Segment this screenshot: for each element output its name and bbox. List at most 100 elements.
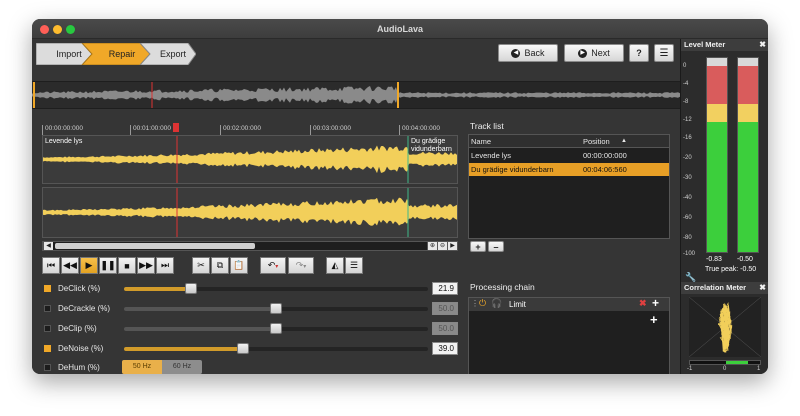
column-name[interactable]: Name bbox=[471, 135, 491, 148]
skip-start-button[interactable]: ⏮ bbox=[42, 257, 60, 274]
help-button[interactable]: ? bbox=[629, 44, 649, 62]
skip-end-button[interactable]: ⏭ bbox=[156, 257, 174, 274]
declip-label: DeClip (%) bbox=[58, 324, 97, 333]
denoise-slider-fill bbox=[124, 347, 243, 351]
dehum-label: DeHum (%) bbox=[58, 363, 100, 372]
zoom-out-icon[interactable]: ⊖ bbox=[437, 242, 447, 250]
decrackle-slider-knob[interactable] bbox=[270, 303, 282, 314]
paste-button[interactable]: 📋 bbox=[230, 257, 248, 274]
close-level-meter-icon[interactable]: ✖ bbox=[759, 39, 766, 51]
declip-checkbox[interactable] bbox=[44, 325, 51, 332]
next-button[interactable]: ▶ Next bbox=[564, 44, 624, 62]
waveform-channel-left[interactable]: Levende lys Du grädige vidunderbarn bbox=[42, 135, 458, 184]
declick-checkbox[interactable] bbox=[44, 285, 51, 292]
denoise-slider-knob[interactable] bbox=[236, 343, 249, 354]
fast-forward-button[interactable]: ▶▶ bbox=[137, 257, 155, 274]
denoise-checkbox[interactable] bbox=[44, 345, 51, 352]
denoise-slider[interactable] bbox=[124, 343, 428, 354]
ruler-tick: 00:04:00:000 bbox=[399, 125, 440, 135]
list-view-button[interactable]: ☰ bbox=[345, 257, 363, 274]
play-button[interactable]: ▶ bbox=[80, 257, 98, 274]
side-panel: Level Meter ✖ 0 -4 -8 -12 -16 -20 -30 -4… bbox=[680, 39, 768, 374]
dehum-option-60hz[interactable]: 60 Hz bbox=[162, 360, 202, 374]
decrackle-label: DeCrackle (%) bbox=[58, 304, 111, 313]
declick-slider-knob[interactable] bbox=[184, 283, 197, 294]
decrackle-value[interactable]: 50.0 bbox=[432, 302, 458, 315]
correlation-scale-label: 1 bbox=[757, 366, 761, 372]
overview-waveform[interactable] bbox=[32, 81, 680, 109]
sort-ascending-icon[interactable]: ▲ bbox=[621, 135, 627, 148]
copy-icon: ⧉ bbox=[216, 260, 224, 270]
back-button-label: Back bbox=[524, 48, 545, 58]
decrackle-checkbox[interactable] bbox=[44, 305, 51, 312]
left-peak-value: -0.83 bbox=[706, 256, 722, 263]
column-position[interactable]: Position bbox=[583, 135, 610, 148]
level-meter-right-bar bbox=[737, 57, 759, 253]
power-icon[interactable]: ⏻ bbox=[479, 298, 486, 309]
step-export[interactable]: Export bbox=[146, 43, 190, 65]
list-menu-button[interactable]: ☰ bbox=[654, 44, 674, 62]
headphones-icon[interactable]: 🎧 bbox=[491, 298, 502, 309]
rewind-icon: ◀◀ bbox=[63, 260, 77, 270]
scroll-right-icon[interactable]: ▶ bbox=[447, 242, 457, 250]
track-row[interactable]: Levende lys 00:00:00:000 bbox=[469, 149, 669, 162]
meter-scale-label: 0 bbox=[683, 63, 687, 69]
level-meter-title: Level Meter bbox=[684, 40, 726, 49]
dehum-checkbox[interactable] bbox=[44, 364, 51, 371]
step-repair[interactable]: Repair bbox=[90, 43, 144, 65]
cut-button[interactable]: ✂ bbox=[192, 257, 210, 274]
track-row-selected[interactable]: Du grädige vidunderbarn 00:04:06:560 bbox=[469, 163, 669, 176]
declip-value[interactable]: 50.0 bbox=[432, 322, 458, 335]
declip-slider[interactable] bbox=[124, 323, 428, 334]
back-button[interactable]: ◀ Back bbox=[498, 44, 558, 62]
back-arrow-icon: ◀ bbox=[511, 48, 521, 58]
close-correlation-meter-icon[interactable]: ✖ bbox=[759, 282, 766, 294]
waveform-left-icon bbox=[43, 136, 457, 183]
declip-slider-fill bbox=[124, 327, 276, 331]
zoom-in-icon[interactable]: ⊕ bbox=[427, 242, 437, 250]
scroll-thumb[interactable] bbox=[55, 243, 255, 249]
declip-slider-knob[interactable] bbox=[270, 323, 282, 334]
meter-scale-label: -16 bbox=[683, 135, 692, 141]
meter-scale-label: -80 bbox=[683, 235, 692, 241]
true-peak-value: True peak: -0.50 bbox=[705, 266, 757, 273]
redo-button[interactable]: ↷▾ bbox=[288, 257, 314, 274]
scroll-left-icon[interactable]: ◀ bbox=[43, 242, 53, 250]
horizontal-scrollbar[interactable]: ◀ ⊕ ⊖ ▶ bbox=[42, 241, 458, 251]
decrackle-slider[interactable] bbox=[124, 303, 428, 314]
meter-scale-label: -40 bbox=[683, 195, 692, 201]
stop-button[interactable]: ■ bbox=[118, 257, 136, 274]
copy-button[interactable]: ⧉ bbox=[211, 257, 229, 274]
denoise-value[interactable]: 39.0 bbox=[432, 342, 458, 355]
add-effect-icon[interactable]: + bbox=[652, 296, 659, 310]
waveform-channel-right[interactable] bbox=[42, 187, 458, 238]
remove-effect-icon[interactable]: ✖ bbox=[639, 298, 647, 309]
declick-value[interactable]: 21.9 bbox=[432, 282, 458, 295]
param-declip: DeClip (%) 50.0 bbox=[42, 322, 462, 336]
declick-slider[interactable] bbox=[124, 283, 428, 294]
step-import[interactable]: Import bbox=[40, 43, 88, 65]
playhead-marker[interactable] bbox=[173, 123, 179, 132]
param-declick: DeClick (%) 21.9 bbox=[42, 282, 462, 296]
processing-chain-panel: ⋮ ⏻ 🎧 Limit ✖ + + bbox=[468, 296, 670, 374]
ruler-tick: 00:00:00:000 bbox=[42, 125, 83, 135]
pause-button[interactable]: ❚❚ bbox=[99, 257, 117, 274]
spectrum-view-button[interactable]: ◭ bbox=[326, 257, 344, 274]
chain-item-limit[interactable]: ⋮ ⏻ 🎧 Limit ✖ + bbox=[469, 296, 669, 311]
timeline-ruler[interactable]: 00:00:00:000 00:01:00:000 00:02:00:000 0… bbox=[42, 123, 458, 135]
add-track-button[interactable]: + bbox=[470, 241, 486, 252]
chain-item-label: Limit bbox=[509, 300, 526, 309]
paste-icon: 📋 bbox=[233, 260, 245, 270]
param-dehum: DeHum (%) 50 Hz 60 Hz bbox=[42, 360, 462, 374]
add-chain-button[interactable]: + bbox=[650, 312, 658, 327]
remove-track-button[interactable]: – bbox=[488, 241, 504, 252]
undo-button[interactable]: ↶▾ bbox=[260, 257, 286, 274]
track-list-table: Name Position ▲ Levende lys 00:00:00:000… bbox=[468, 134, 670, 239]
drag-handle-icon[interactable]: ⋮ bbox=[471, 299, 479, 308]
rewind-button[interactable]: ◀◀ bbox=[61, 257, 79, 274]
dehum-option-50hz[interactable]: 50 Hz bbox=[122, 360, 162, 374]
declick-slider-fill bbox=[124, 287, 191, 291]
track-position: 00:00:00:000 bbox=[583, 151, 627, 160]
denoise-label: DeNoise (%) bbox=[58, 344, 104, 353]
cut-icon: ✂ bbox=[197, 260, 205, 270]
